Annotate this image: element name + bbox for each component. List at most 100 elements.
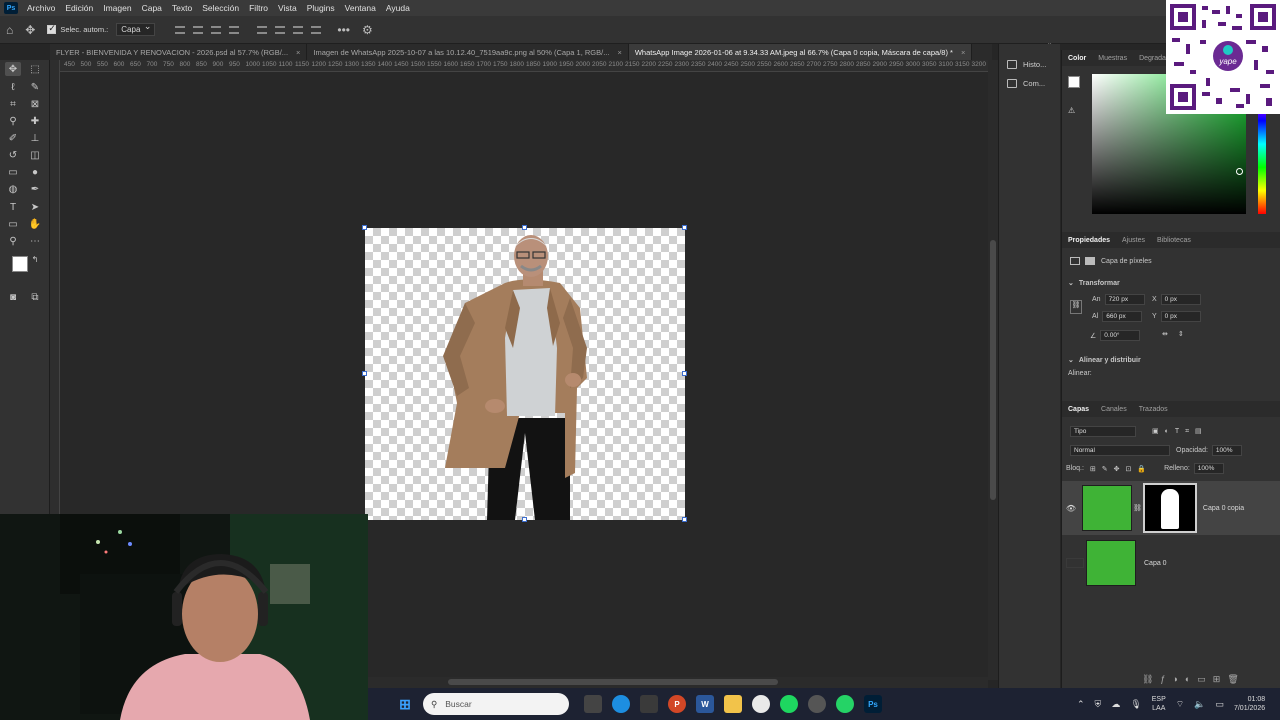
home-icon[interactable]: ⌂ (6, 23, 13, 37)
align-bottom-icon[interactable] (293, 25, 304, 34)
zoom-tool-icon[interactable]: ⚲ (5, 234, 21, 248)
menu-ayuda[interactable]: Ayuda (381, 3, 415, 13)
close-icon[interactable]: × (296, 48, 300, 57)
tab-whatsapp-png[interactable]: Imagen de WhatsApp 2025-10-07 a las 10.1… (307, 44, 629, 60)
screen-mode-icon[interactable]: ⧉ (27, 290, 43, 304)
photoshop-taskbar-icon[interactable]: Ps (864, 695, 882, 713)
taskbar-search[interactable]: ⚲ Buscar (423, 693, 569, 715)
layer-mask-thumbnail[interactable] (1142, 483, 1197, 533)
transform-handle[interactable] (682, 225, 687, 230)
gear-icon[interactable]: ⚙ (362, 23, 373, 37)
transform-handle[interactable] (362, 225, 367, 230)
menu-seleccion[interactable]: Selección (197, 3, 244, 13)
foreground-color-swatch[interactable] (12, 256, 28, 272)
tab-flyer[interactable]: FLYER - BIENVENIDA Y RENOVACION - 2026.p… (50, 44, 308, 60)
tab-swatches[interactable]: Muestras (1092, 55, 1133, 62)
menu-ventana[interactable]: Ventana (340, 3, 381, 13)
tab-paths[interactable]: Trazados (1133, 406, 1174, 413)
chevron-down-icon[interactable]: ⌄ (1068, 356, 1074, 364)
brush-tool-icon[interactable]: ✐ (5, 131, 21, 145)
blend-mode-dropdown[interactable]: Normal (1070, 445, 1170, 456)
menu-archivo[interactable]: Archivo (22, 3, 60, 13)
layer-actions-bar[interactable]: ⛓ƒ◑◐▭⊞🗑 (1142, 674, 1246, 685)
security-icon[interactable]: ⛨ (1095, 699, 1102, 710)
history-panel-button[interactable]: Histo... (1007, 60, 1046, 69)
align-top-icon[interactable] (257, 25, 268, 34)
menu-plugins[interactable]: Plugins (302, 3, 340, 13)
layer-name[interactable]: Capa 0 copia (1203, 505, 1244, 512)
clone-stamp-tool-icon[interactable]: ⊥ (27, 131, 43, 145)
swap-colors-icon[interactable]: ↰ (30, 254, 40, 264)
edge-icon[interactable] (612, 695, 630, 713)
menu-edicion[interactable]: Edición (60, 3, 98, 13)
chain-icon[interactable]: ⛓ (1133, 504, 1142, 512)
link-icon[interactable]: ⛓ (1070, 300, 1082, 314)
menu-texto[interactable]: Texto (167, 3, 197, 13)
width-field[interactable]: 720 px (1104, 294, 1145, 305)
clock[interactable]: 01:08 7/01/2026 (1234, 695, 1265, 713)
flip-horizontal-icon[interactable]: ⇹ (1162, 330, 1168, 338)
eyedropper-tool-icon[interactable]: ⚲ (5, 114, 21, 128)
history-brush-tool-icon[interactable]: ↺ (5, 148, 21, 162)
chrome-icon[interactable] (752, 695, 770, 713)
y-field[interactable]: 0 px (1160, 311, 1201, 322)
tab-color[interactable]: Color (1062, 55, 1092, 62)
close-icon[interactable]: × (961, 48, 965, 57)
menu-capa[interactable]: Capa (137, 3, 167, 13)
fill-field[interactable]: 100% (1193, 463, 1224, 474)
move-tool-icon[interactable]: ✥ (5, 62, 21, 76)
comments-panel-button[interactable]: Com... (1007, 79, 1045, 88)
layer-row[interactable]: Capa 0 (1062, 538, 1280, 588)
quick-select-tool-icon[interactable]: ✎ (27, 80, 43, 94)
microphone-icon[interactable]: 🎙 (1130, 699, 1141, 710)
tab-adjustments[interactable]: Ajustes (1116, 237, 1151, 244)
layer-name[interactable]: Capa 0 (1144, 560, 1167, 567)
hand-tool-icon[interactable]: ✋ (27, 217, 43, 231)
word-icon[interactable]: W (696, 695, 714, 713)
align-middle-icon[interactable] (275, 25, 286, 34)
menu-vista[interactable]: Vista (273, 3, 302, 13)
volume-icon[interactable]: 🔈 (1194, 699, 1205, 710)
flip-vertical-icon[interactable]: ⇕ (1178, 330, 1184, 338)
eye-icon[interactable]: 👁 (1062, 504, 1080, 513)
transform-handle[interactable] (522, 225, 527, 230)
opacity-field[interactable]: 100% (1211, 445, 1242, 456)
tab-libraries[interactable]: Bibliotecas (1151, 237, 1197, 244)
angle-field[interactable]: 0.00° (1100, 330, 1141, 341)
more-tools-icon[interactable]: ⋯ (27, 234, 43, 248)
align-right-icon[interactable] (211, 25, 222, 34)
document-canvas[interactable] (365, 228, 685, 520)
transform-handle[interactable] (362, 371, 367, 376)
store-icon[interactable] (640, 695, 658, 713)
app-icon[interactable] (808, 695, 826, 713)
type-tool-icon[interactable]: T (5, 200, 21, 214)
close-icon[interactable]: × (617, 48, 621, 57)
task-view-icon[interactable] (584, 695, 602, 713)
tab-layers[interactable]: Capas (1062, 406, 1095, 413)
chevron-up-icon[interactable]: ⌃ (1077, 699, 1085, 710)
horizontal-scrollbar[interactable] (368, 677, 988, 688)
layer-row[interactable]: 👁 ⛓ Capa 0 copia (1062, 481, 1280, 535)
eraser-tool-icon[interactable]: ◫ (27, 148, 43, 162)
height-field[interactable]: 660 px (1102, 311, 1143, 322)
lasso-tool-icon[interactable]: ℓ (5, 80, 21, 94)
quick-mask-icon[interactable]: ◙ (5, 290, 21, 304)
frame-tool-icon[interactable]: ⊠ (27, 97, 43, 111)
battery-icon[interactable]: ▭ (1215, 699, 1224, 710)
path-select-tool-icon[interactable]: ➤ (27, 200, 43, 214)
transform-handle[interactable] (682, 371, 687, 376)
whatsapp-icon[interactable] (836, 695, 854, 713)
blur-tool-icon[interactable]: ● (27, 165, 43, 179)
visibility-toggle[interactable] (1066, 558, 1084, 568)
more-options-icon[interactable]: ••• (337, 23, 350, 37)
gradient-tool-icon[interactable]: ▭ (5, 165, 21, 179)
cloud-icon[interactable]: ☁ (1111, 699, 1120, 710)
transform-handle[interactable] (682, 517, 687, 522)
powerpoint-icon[interactable]: P (668, 695, 686, 713)
menu-imagen[interactable]: Imagen (98, 3, 136, 13)
network-icon[interactable]: ⌔ (1176, 699, 1184, 710)
lock-icons[interactable]: ⊞✎✥⊡🔒 (1090, 465, 1152, 473)
move-tool-icon[interactable]: ✥ (25, 23, 35, 37)
layer-filter-dropdown[interactable]: Tipo (1070, 426, 1136, 437)
file-explorer-icon[interactable] (724, 695, 742, 713)
